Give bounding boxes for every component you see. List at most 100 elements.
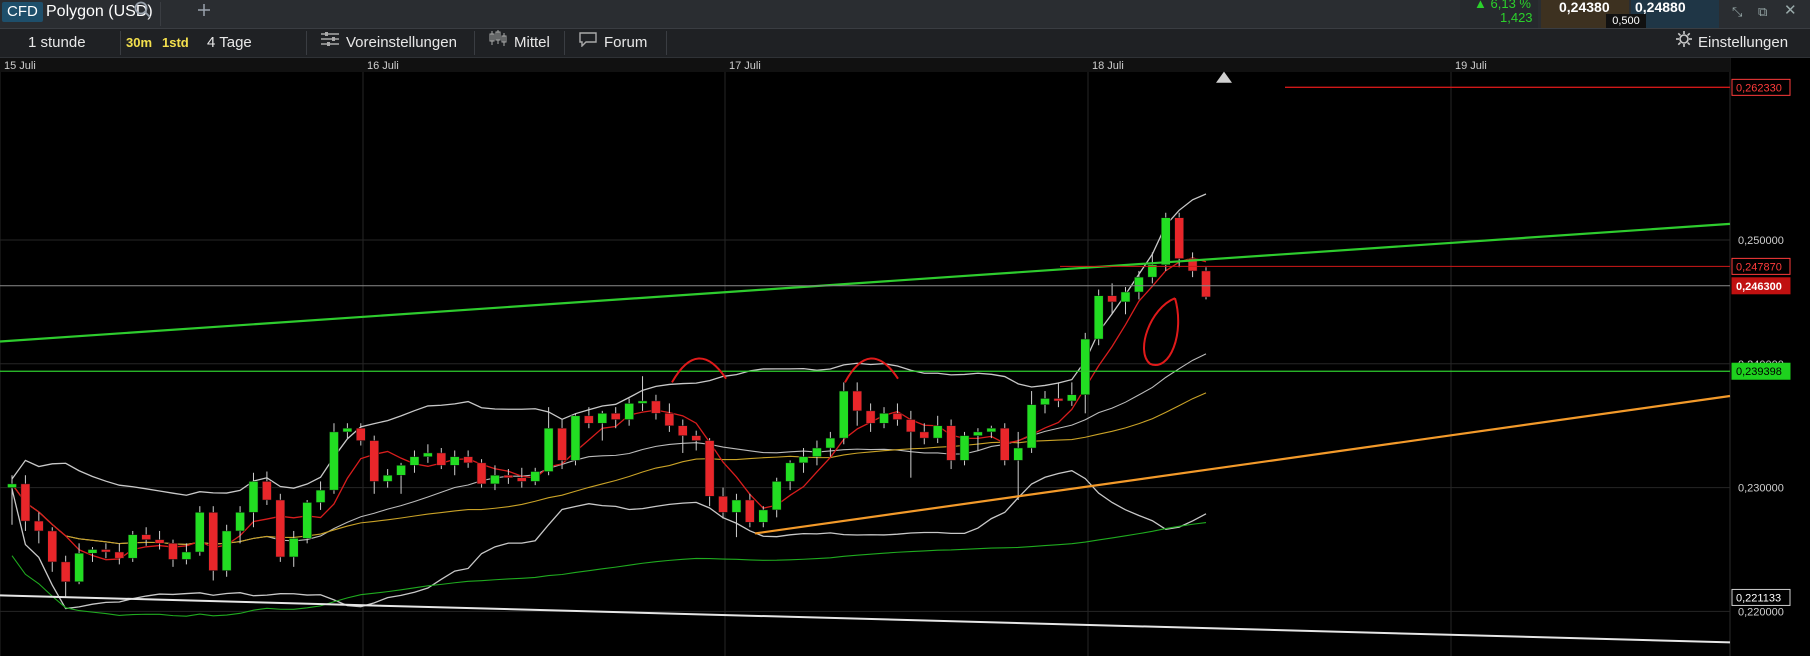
candle-body — [7, 483, 17, 488]
candle-body — [302, 502, 312, 539]
candle-body — [20, 483, 31, 522]
title-separator — [160, 2, 161, 26]
sell-price: 0,24380 — [1559, 0, 1610, 15]
candle-body — [288, 538, 299, 558]
candle-body — [879, 413, 889, 424]
price-tag-label: 0,262330 — [1736, 82, 1782, 94]
indicators-button[interactable]: Mittel — [488, 29, 550, 57]
candle-body — [678, 425, 688, 436]
toolbar-separator — [306, 31, 307, 55]
candle-body — [651, 400, 661, 414]
candle-body — [1134, 276, 1144, 293]
candle-body — [892, 413, 903, 420]
candle-body — [1040, 398, 1050, 405]
candle-body — [973, 431, 983, 436]
candle-body — [637, 400, 648, 404]
close-icon[interactable]: ✕ — [1784, 1, 1797, 21]
date-label: 16 Juli — [367, 60, 399, 72]
popout-icon[interactable]: ⧉ — [1758, 2, 1767, 22]
candle-body — [262, 481, 272, 501]
candle-body — [919, 431, 930, 439]
candle-body — [329, 431, 339, 491]
candle-body — [195, 512, 205, 553]
candle-body — [396, 465, 406, 476]
price-tick-label: 0,250000 — [1738, 235, 1784, 247]
candle-body — [275, 499, 286, 558]
quick-interval-1std[interactable]: 1std — [162, 29, 189, 57]
candle-body — [932, 425, 943, 439]
chart-toolbar: 1 stunde 30m 1std 4 Tage Voreinstellunge… — [0, 29, 1810, 58]
candle-body — [449, 456, 460, 466]
candle-body — [47, 530, 57, 563]
search-icon[interactable] — [134, 1, 152, 23]
candle-body — [624, 403, 634, 420]
toolbar-separator — [666, 31, 667, 55]
collapse-icon[interactable]: ⤡ — [1732, 2, 1742, 22]
candle-body — [758, 509, 769, 523]
presets-label: Voreinstellungen — [346, 34, 457, 51]
candle-body — [1067, 394, 1077, 402]
candle-body — [476, 462, 487, 485]
candle-body — [1053, 398, 1064, 402]
presets-button[interactable]: Voreinstellungen — [320, 29, 457, 57]
candle-body — [1026, 404, 1037, 449]
candles-icon — [488, 29, 508, 57]
indicators-label: Mittel — [514, 34, 550, 51]
candle-body — [557, 427, 567, 461]
candle-body — [570, 415, 581, 461]
candle-body — [436, 452, 447, 466]
candle-body — [517, 477, 527, 482]
candle-body — [490, 474, 500, 485]
candle-body — [946, 425, 956, 461]
candle-body — [771, 481, 782, 511]
candle-body — [409, 456, 420, 466]
toolbar-separator — [474, 31, 475, 55]
candle-body — [906, 419, 916, 433]
forum-button[interactable]: Forum — [578, 29, 647, 57]
candle-body — [114, 551, 125, 559]
candle-body — [543, 427, 554, 472]
candle-body — [1013, 447, 1023, 461]
plus-icon[interactable] — [196, 1, 212, 23]
candle-body — [141, 534, 151, 540]
candle-body — [423, 452, 433, 457]
candle-body — [691, 435, 701, 441]
candle-body — [168, 543, 178, 560]
sliders-icon — [320, 29, 340, 57]
candle-body — [1080, 338, 1091, 396]
candle-body — [1000, 427, 1010, 461]
range-select[interactable]: 4 Tage — [207, 29, 252, 57]
candle-body — [463, 456, 473, 464]
up-arrow-icon: ▲ — [1474, 0, 1487, 11]
date-label: 19 Juli — [1455, 60, 1487, 72]
date-label: 15 Juli — [4, 60, 36, 72]
candle-body — [181, 551, 192, 560]
candle-body — [785, 462, 795, 482]
candle-body — [1107, 295, 1117, 303]
interval-label: 1 stunde — [28, 34, 86, 51]
change-display: ▲ 6,13 % 1,423 — [1460, 0, 1538, 28]
candle-body — [1161, 217, 1171, 266]
instrument-type-badge: CFD — [2, 2, 43, 22]
settings-label: Einstellungen — [1698, 34, 1789, 51]
settings-button[interactable]: Einstellungen — [1676, 29, 1788, 57]
candle-body — [745, 499, 755, 523]
date-axis: 15 Juli 16 Juli 17 Juli 18 Juli 19 Juli — [0, 58, 1730, 72]
candle-body — [1093, 295, 1104, 340]
candle-body — [825, 437, 836, 449]
candle-body — [101, 549, 111, 553]
forum-label: Forum — [604, 34, 648, 51]
candle-body — [315, 489, 326, 503]
toolbar-separator — [120, 31, 121, 55]
candle-body — [986, 427, 997, 433]
candle-body — [356, 427, 366, 441]
interval-select[interactable]: 1 stunde — [0, 29, 118, 57]
quick-interval-30m[interactable]: 30m — [126, 29, 152, 57]
candle-body — [221, 530, 232, 571]
candle-body — [584, 415, 594, 424]
candle-body — [369, 440, 379, 482]
price-chart[interactable]: 15 Juli 16 Juli 17 Juli 18 Juli 19 Juli 0,25… — [0, 58, 1810, 656]
candle-body — [87, 549, 98, 554]
candle-body — [865, 410, 876, 424]
candle-body — [852, 390, 862, 412]
